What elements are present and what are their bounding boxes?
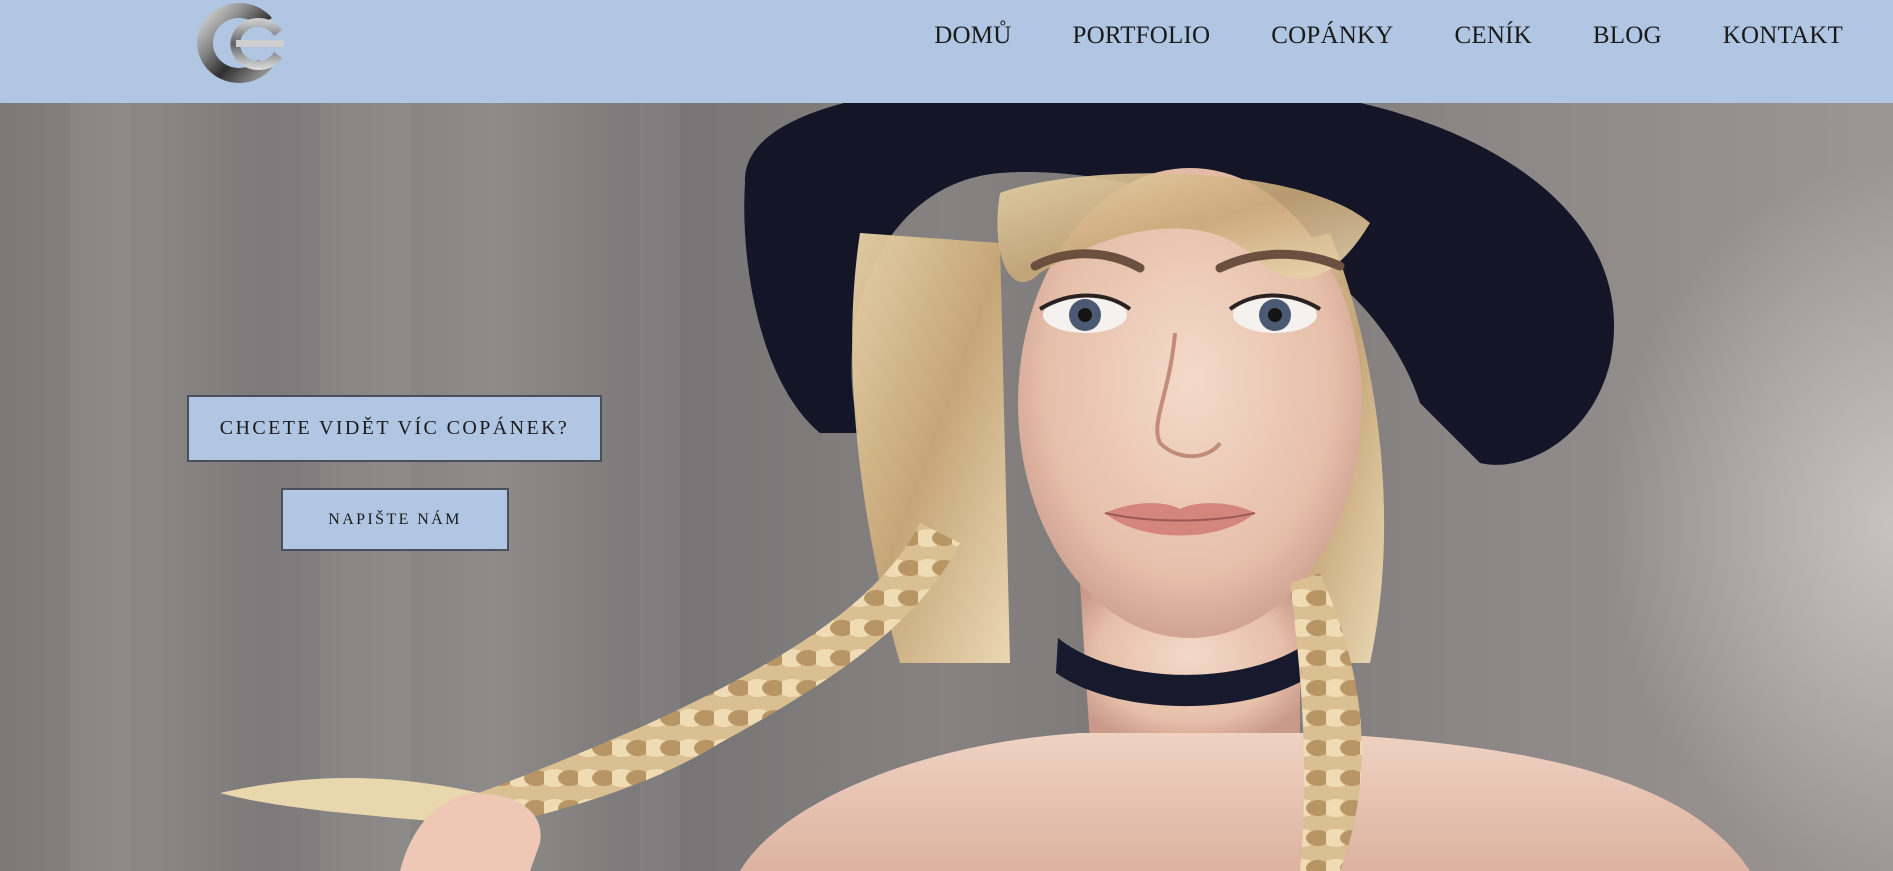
main-nav: DOMŮ PORTFOLIO COPÁNKY CENÍK BLOG KONTAK… (873, 0, 1843, 72)
nav-item-cenik[interactable]: CENÍK (1455, 22, 1532, 50)
nav-item-blog[interactable]: BLOG (1593, 22, 1662, 50)
nav-item-kontakt[interactable]: KONTAKT (1723, 22, 1843, 50)
site-header: DOMŮ PORTFOLIO COPÁNKY CENÍK BLOG KONTAK… (0, 0, 1893, 103)
nav-item-domu[interactable]: DOMŮ (934, 22, 1011, 50)
nav-item-copanky[interactable]: COPÁNKY (1271, 22, 1393, 50)
hero-section (0, 103, 1893, 871)
write-us-button[interactable]: NAPIŠTE NÁM (281, 488, 509, 551)
page: DOMŮ PORTFOLIO COPÁNKY CENÍK BLOG KONTAK… (0, 0, 1893, 871)
see-more-braids-button[interactable]: CHCETE VIDĚT VÍC COPÁNEK? (187, 395, 602, 462)
hero-photo-woman-braids (220, 103, 1750, 871)
nav-item-portfolio[interactable]: PORTFOLIO (1072, 22, 1210, 50)
c-letter-logo-icon[interactable] (184, 0, 286, 85)
